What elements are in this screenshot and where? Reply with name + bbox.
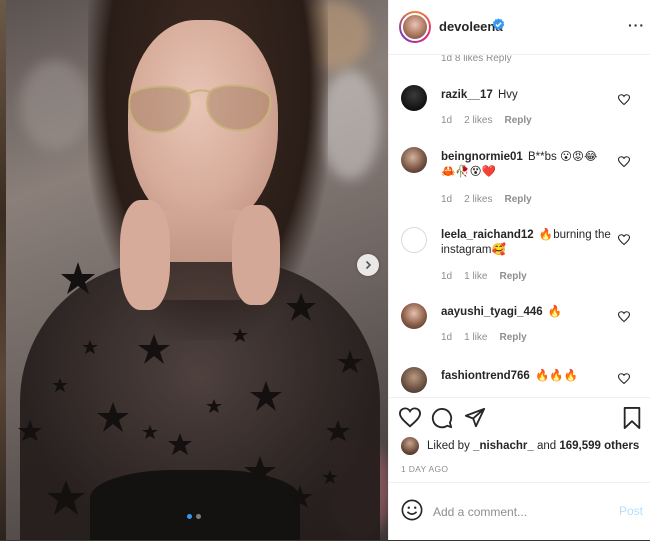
- comment-time[interactable]: 1d: [441, 271, 452, 282]
- liker-avatar[interactable]: [401, 437, 419, 455]
- comment-text: razik__17 Hvy: [441, 88, 619, 103]
- share-icon[interactable]: [464, 407, 486, 429]
- comment-meta: 1d 1 like Reply: [441, 332, 539, 343]
- reply-button[interactable]: Reply: [499, 271, 526, 282]
- commenter-avatar[interactable]: [401, 367, 427, 393]
- post-side-panel: devoleena ··· 1d 8 likes Reply razik__17…: [388, 0, 650, 540]
- comment-time[interactable]: 1d: [441, 332, 452, 343]
- verified-badge-icon: [492, 18, 505, 31]
- reply-button[interactable]: Reply: [504, 115, 531, 126]
- comment-time[interactable]: 1d: [441, 194, 452, 205]
- commenter-avatar[interactable]: [401, 303, 427, 329]
- comment-meta: 1d 1 like Reply: [441, 271, 539, 282]
- comment-text: aayushi_tyagi_446 🔥: [441, 305, 619, 320]
- heart-icon[interactable]: [618, 156, 630, 168]
- comment-text: fashiontrend766 🔥🔥🔥: [441, 369, 619, 384]
- commenter-avatar[interactable]: [401, 227, 427, 253]
- star-pattern-graphic: [18, 262, 363, 515]
- comment-username[interactable]: fashiontrend766: [441, 370, 530, 382]
- likes-count[interactable]: 169,599 others: [559, 440, 639, 452]
- liker-username[interactable]: _nishachr_: [473, 440, 534, 452]
- liked-and-label: and: [536, 440, 557, 452]
- comment-body: Hvy: [498, 89, 518, 101]
- like-heart-icon[interactable]: [399, 407, 421, 429]
- slide-dot: [196, 514, 201, 519]
- comment-body: B**bs 😮😡😂: [528, 151, 598, 163]
- comment-text: beingnormie01 B**bs 😮😡😂 🦀🥀😵❤️: [441, 150, 619, 180]
- comment-username[interactable]: aayushi_tyagi_446: [441, 306, 543, 318]
- comment-username[interactable]: beingnormie01: [441, 151, 523, 163]
- comment-text: leela_raichand12 🔥burning the instagram🥰: [441, 228, 619, 258]
- comment-likes[interactable]: 2 likes: [464, 115, 492, 126]
- comment-time[interactable]: 1d: [441, 115, 452, 126]
- post-photo: [0, 0, 388, 540]
- next-slide-button[interactable]: [357, 254, 379, 276]
- reply-button[interactable]: Reply: [499, 332, 526, 343]
- commenter-avatar[interactable]: [401, 147, 427, 173]
- comment-likes[interactable]: 1 like: [464, 332, 487, 343]
- cut-off-comment-meta: 1d 8 likes Reply: [441, 55, 512, 64]
- comment-likes[interactable]: 1 like: [464, 271, 487, 282]
- slide-indicator: [187, 514, 201, 519]
- comment-emoji-line: 🦀🥀😵❤️: [441, 166, 496, 178]
- slide-dot-active: [187, 514, 192, 519]
- comment-body: 🔥: [547, 306, 563, 318]
- liked-by-label: Liked by: [427, 440, 470, 452]
- comments-list: 1d 8 likes Reply razik__17 Hvy 1d 2 likes…: [389, 55, 650, 397]
- heart-icon[interactable]: [618, 94, 630, 106]
- comment-icon[interactable]: [431, 407, 453, 429]
- commenter-avatar[interactable]: [401, 85, 427, 111]
- chevron-right-icon: [365, 260, 372, 270]
- likes-summary: Liked by _nishachr_ and 169,599 others: [401, 437, 639, 455]
- comment-input[interactable]: [431, 501, 605, 523]
- post-header: devoleena ···: [389, 0, 650, 55]
- comment-meta: 1d 2 likes Reply: [441, 115, 544, 126]
- post-time-ago[interactable]: 1 DAY AGO: [401, 464, 448, 474]
- post-comment-button[interactable]: Post: [619, 504, 643, 518]
- heart-icon[interactable]: [618, 234, 630, 246]
- comment-username[interactable]: leela_raichand12: [441, 229, 534, 241]
- author-avatar[interactable]: [399, 11, 431, 43]
- comment-body: 🔥🔥🔥: [535, 370, 578, 382]
- heart-icon[interactable]: [618, 373, 630, 385]
- emoji-icon[interactable]: [401, 499, 423, 521]
- bookmark-icon[interactable]: [622, 407, 642, 429]
- heart-icon[interactable]: [618, 311, 630, 323]
- comment-meta: 1d 2 likes Reply: [441, 194, 544, 205]
- add-comment-bar: Post: [389, 482, 650, 541]
- more-options-icon[interactable]: ···: [628, 18, 645, 32]
- comment-username[interactable]: razik__17: [441, 89, 493, 101]
- reply-button[interactable]: Reply: [504, 194, 531, 205]
- comment-likes[interactable]: 2 likes: [464, 194, 492, 205]
